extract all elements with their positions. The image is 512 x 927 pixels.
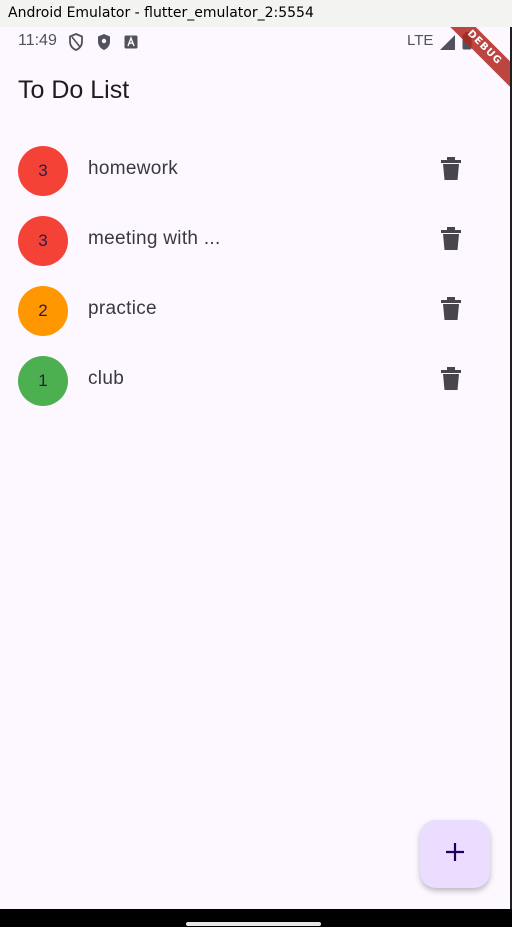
priority-avatar: 3 [18, 216, 68, 266]
delete-button[interactable] [436, 226, 466, 256]
shield-filled-icon [96, 33, 112, 56]
list-item[interactable]: 1 club [0, 342, 510, 412]
priority-avatar: 2 [18, 286, 68, 336]
todo-title: homework [88, 158, 179, 179]
trash-icon [441, 226, 461, 256]
text-a-icon [124, 35, 138, 54]
list-item[interactable]: 2 practice [0, 272, 510, 342]
delete-button[interactable] [436, 156, 466, 186]
home-gesture-handle[interactable] [186, 922, 321, 926]
phone-screen: 11:49 LTE DEBUG To Do List 3 homework 3 … [0, 27, 510, 909]
plus-icon [445, 842, 465, 867]
todo-title: meeting with ... [88, 228, 221, 249]
navigation-bar [0, 909, 512, 927]
status-time: 11:49 [18, 32, 57, 49]
window-title: Android Emulator - flutter_emulator_2:55… [0, 0, 512, 27]
todo-list: 3 homework 3 meeting with ... 2 practice [0, 132, 510, 412]
todo-title: club [88, 368, 125, 389]
list-item[interactable]: 3 homework [0, 132, 510, 202]
signal-icon [440, 35, 456, 55]
page-title: To Do List [18, 76, 130, 104]
list-item[interactable]: 3 meeting with ... [0, 202, 510, 272]
delete-button[interactable] [436, 296, 466, 326]
trash-icon [441, 156, 461, 186]
delete-button[interactable] [436, 366, 466, 396]
priority-avatar: 3 [18, 146, 68, 196]
todo-title: practice [88, 298, 157, 319]
shield-outline-icon [68, 33, 84, 56]
network-label: LTE [407, 32, 434, 49]
add-todo-button[interactable] [420, 820, 490, 888]
status-bar: 11:49 LTE [0, 27, 510, 57]
trash-icon [441, 366, 461, 396]
priority-avatar: 1 [18, 356, 68, 406]
trash-icon [441, 296, 461, 326]
